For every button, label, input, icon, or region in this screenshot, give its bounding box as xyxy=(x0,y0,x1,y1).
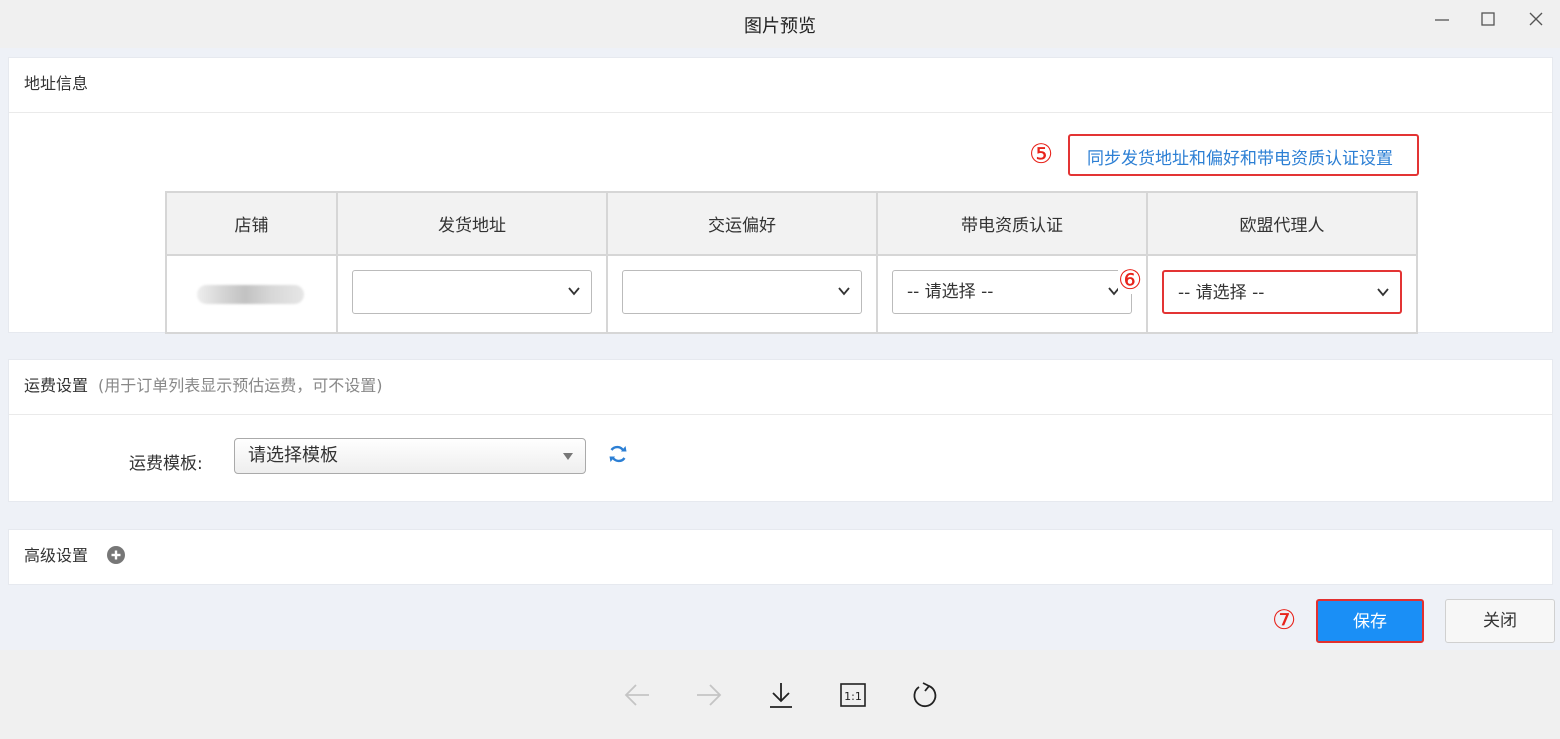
column-header-shipping-address: 发货地址 xyxy=(336,191,608,256)
chevron-down-icon xyxy=(1377,288,1389,297)
eu-agent-cell: -- 请选择 -- xyxy=(1146,254,1418,334)
svg-text:1:1: 1:1 xyxy=(844,690,862,703)
save-button[interactable]: 保存 xyxy=(1316,599,1424,643)
freight-template-select[interactable]: 请选择模板 xyxy=(234,438,586,474)
arrow-right-icon[interactable] xyxy=(694,680,724,710)
advanced-panel-title: 高级设置 xyxy=(24,546,89,565)
close-icon[interactable] xyxy=(1524,8,1548,32)
shipping-address-select[interactable] xyxy=(352,270,592,314)
shipping-preference-cell xyxy=(606,254,878,334)
plus-circle-icon[interactable] xyxy=(107,546,126,564)
table-row: -- 请选择 -- -- 请选择 -- xyxy=(165,254,1418,334)
column-header-shipping-preference: 交运偏好 xyxy=(606,191,878,256)
annotation-marker-6: ⑥ xyxy=(1118,265,1143,296)
store-name-blurred xyxy=(197,285,304,304)
advanced-panel-header[interactable]: 高级设置 xyxy=(9,530,1552,585)
freight-panel-note: (用于订单列表显示预估运费，可不设置) xyxy=(98,376,383,395)
dropdown-arrow-icon xyxy=(563,453,573,460)
download-icon[interactable] xyxy=(766,680,796,710)
freight-template-label: 运费模板: xyxy=(129,454,203,474)
viewer-toolbar: 1:1 xyxy=(0,650,1560,739)
annotation-marker-7: ⑦ xyxy=(1272,605,1297,636)
shipping-address-cell xyxy=(336,254,608,334)
actual-size-icon[interactable]: 1:1 xyxy=(838,680,868,710)
refresh-icon[interactable] xyxy=(606,442,630,466)
address-panel: 地址信息 ⑤ 同步发货地址和偏好和带电资质认证设置 店铺 发货地址 交运偏好 带… xyxy=(8,57,1553,334)
minimize-icon[interactable] xyxy=(1430,8,1454,32)
window-title: 图片预览 xyxy=(744,16,816,37)
battery-cert-select[interactable]: -- 请选择 -- xyxy=(892,270,1132,314)
column-header-store: 店铺 xyxy=(165,191,338,256)
sync-settings-link[interactable]: 同步发货地址和偏好和带电资质认证设置 xyxy=(1087,144,1393,169)
close-button[interactable]: 关闭 xyxy=(1445,599,1555,643)
address-panel-title: 地址信息 xyxy=(9,58,1552,113)
freight-panel-title: 运费设置 xyxy=(24,376,89,395)
chevron-down-icon xyxy=(568,287,580,296)
address-table: 店铺 发货地址 交运偏好 带电资质认证 欧盟代理人 -- 请选择 -- -- 请… xyxy=(165,191,1418,334)
shipping-preference-select[interactable] xyxy=(622,270,862,314)
freight-panel: 运费设置 (用于订单列表显示预估运费，可不设置) 运费模板: 请选择模板 xyxy=(8,359,1553,502)
arrow-left-icon[interactable] xyxy=(622,680,652,710)
battery-cert-cell: -- 请选择 -- xyxy=(876,254,1148,334)
freight-panel-header: 运费设置 (用于订单列表显示预估运费，可不设置) xyxy=(9,360,1552,415)
eu-agent-select[interactable]: -- 请选择 -- xyxy=(1162,270,1402,314)
maximize-icon[interactable] xyxy=(1476,8,1500,32)
chevron-down-icon xyxy=(838,287,850,296)
column-header-eu-agent: 欧盟代理人 xyxy=(1146,191,1418,256)
column-header-battery-cert: 带电资质认证 xyxy=(876,191,1148,256)
dialog-content: 地址信息 ⑤ 同步发货地址和偏好和带电资质认证设置 店铺 发货地址 交运偏好 带… xyxy=(0,48,1560,650)
window-title-bar: 图片预览 xyxy=(0,0,1560,48)
annotation-marker-5: ⑤ xyxy=(1029,139,1054,170)
advanced-panel: 高级设置 xyxy=(8,529,1553,585)
rotate-icon[interactable] xyxy=(910,680,940,710)
store-cell xyxy=(165,254,338,334)
